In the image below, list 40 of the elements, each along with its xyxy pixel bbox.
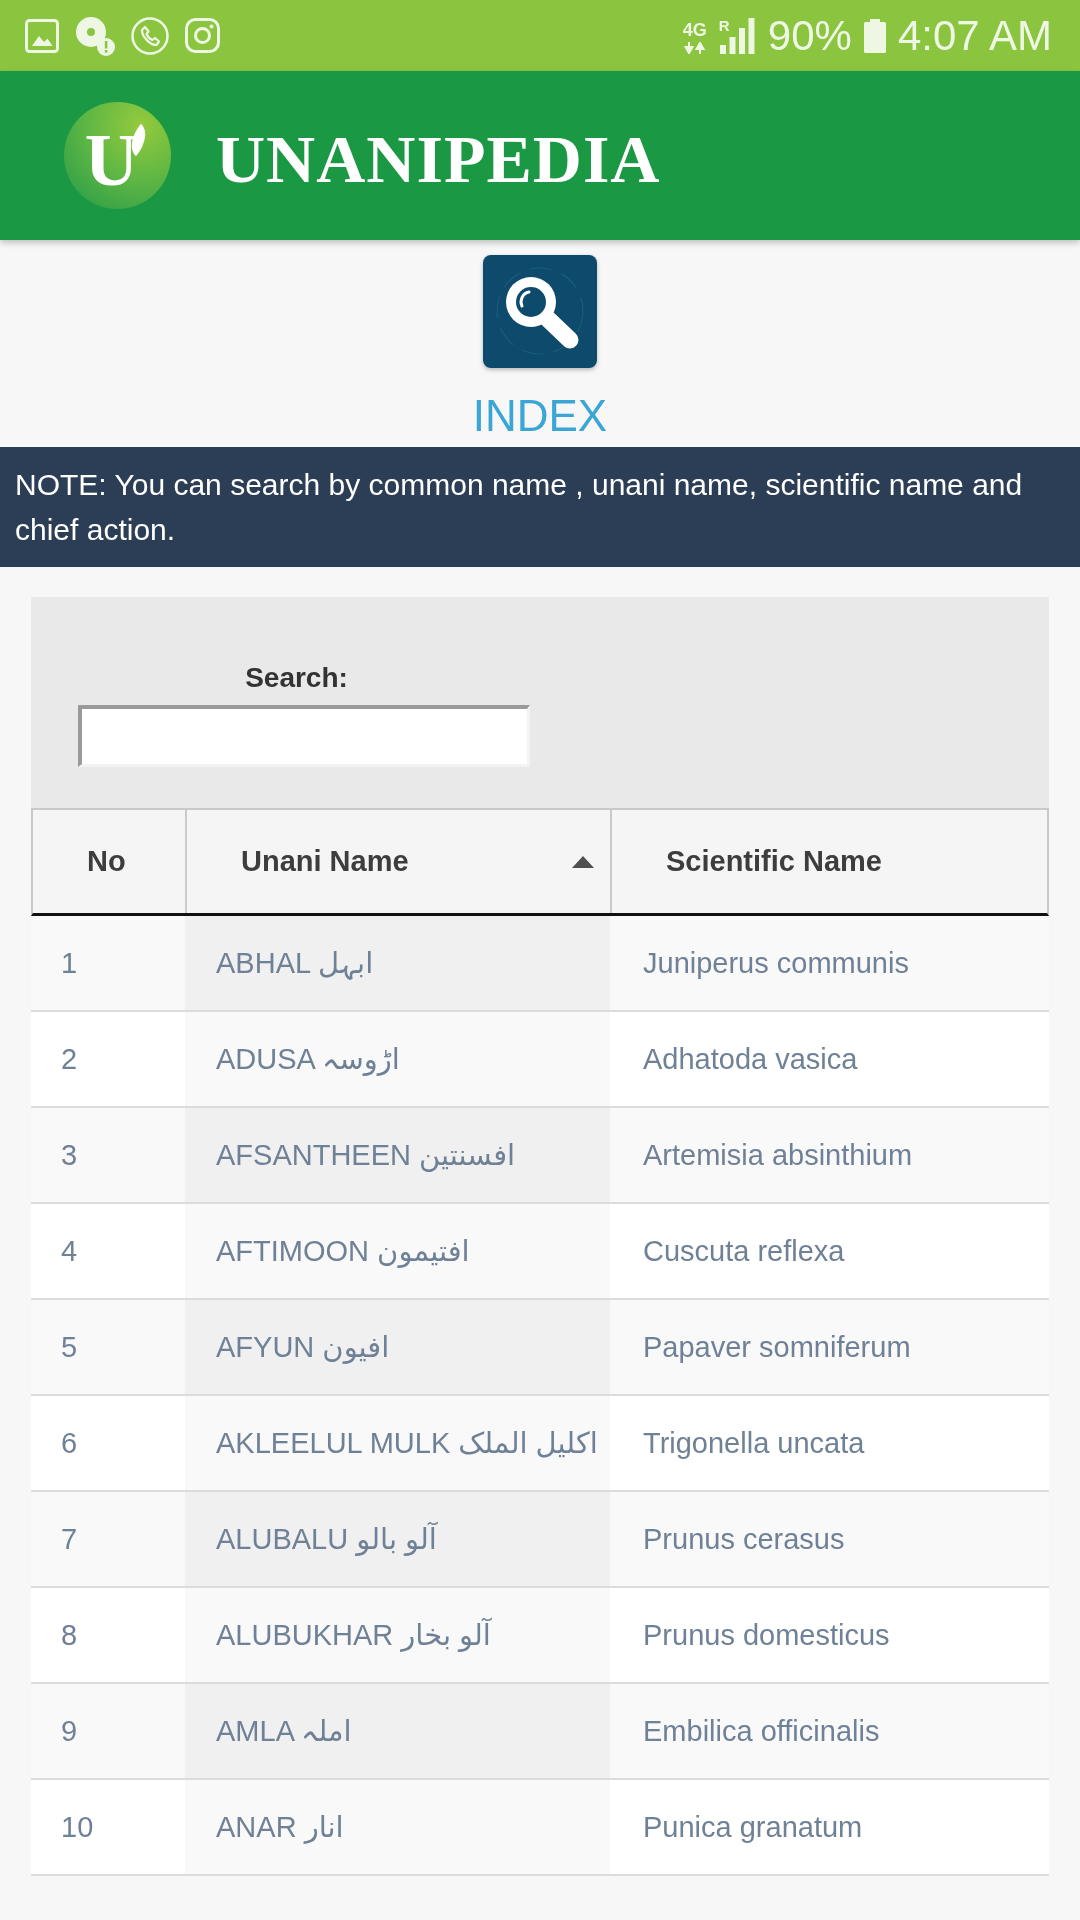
phone-icon (131, 16, 169, 55)
search-field[interactable] (78, 705, 530, 767)
table-cell: 6 (31, 1396, 185, 1490)
signal-icon (718, 17, 756, 54)
clock: 4:07 AM (897, 14, 1052, 57)
roaming-indicator: R (718, 17, 730, 33)
column-label: Scientific Name (666, 845, 882, 878)
app-title: UNANIPEDIA (216, 119, 661, 193)
table-cell: 2 (31, 1012, 185, 1106)
table-cell: Trigonella uncata (610, 1396, 1049, 1490)
image-icon (25, 18, 59, 53)
camera-icon (185, 18, 220, 53)
table-cell: Adhatoda vasica (610, 1012, 1049, 1106)
battery-icon (863, 18, 886, 53)
table-cell: AFSANTHEEN افسنتین (185, 1108, 610, 1202)
column-header[interactable]: Scientific Name (610, 810, 1047, 913)
table-cell: 8 (31, 1588, 185, 1682)
table-cell: Prunus domesticus (610, 1588, 1049, 1682)
sort-ascending-icon (572, 855, 594, 868)
disc-alert-icon (75, 15, 115, 56)
table-cell: Cuscuta reflexa (610, 1204, 1049, 1298)
network-type: 4G (682, 21, 707, 39)
table-cell: AFYUN افیون (185, 1300, 610, 1394)
data-arrows-icon (683, 42, 706, 54)
table-cell: 4 (31, 1204, 185, 1298)
search-icon (483, 255, 597, 368)
app-logo: U (64, 102, 171, 209)
column-header[interactable]: No (33, 810, 185, 913)
column-label: No (87, 845, 126, 878)
page-title: INDEX (472, 391, 608, 441)
table-cell: ABHAL ابہل (185, 916, 610, 1010)
battery-percent: 90% (767, 14, 852, 57)
table-cell: ALUBALU آلو بالو (185, 1492, 610, 1586)
column-label: Unani Name (241, 845, 409, 878)
table-cell: Punica granatum (610, 1780, 1049, 1874)
search-label: Search: (245, 661, 348, 695)
table-cell: 10 (31, 1780, 185, 1874)
note-banner: NOTE: You can search by common name , unani name, scientific name and chief action. (0, 447, 1080, 567)
column-header[interactable]: Unani Name (185, 810, 610, 913)
table-cell: AMLA املہ (185, 1684, 610, 1778)
